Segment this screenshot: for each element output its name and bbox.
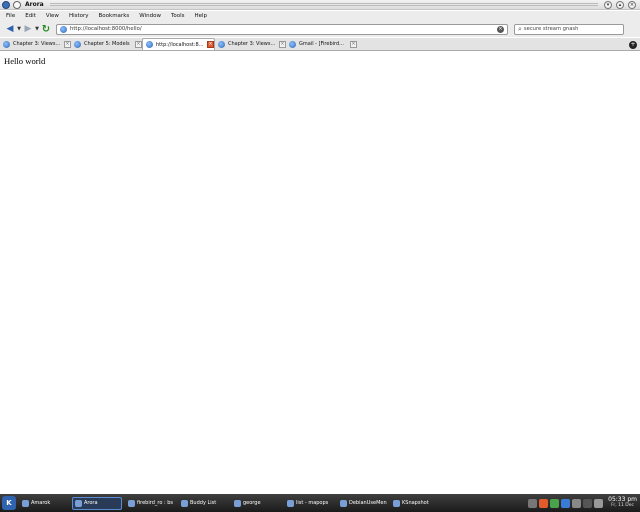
clipboard-icon[interactable] [572, 498, 582, 508]
task-george[interactable]: george [231, 497, 281, 510]
search-box[interactable]: ⌕ [514, 23, 624, 35]
task-label: Arora [84, 500, 98, 506]
menubar: File Edit View History Bookmarks Window … [0, 11, 640, 21]
pidgin-icon [181, 499, 188, 507]
menu-window[interactable]: Window [134, 13, 166, 19]
tab-chapter-5-models[interactable]: Chapter 5: Models × [71, 38, 142, 50]
tab-close-icon[interactable]: × [350, 40, 357, 48]
task-buddy-list[interactable]: Buddy List [178, 497, 228, 510]
tab-favicon-icon [289, 40, 296, 48]
kde-menu-icon[interactable]: K [2, 496, 16, 510]
taskbar: K Amarok Arora firebird_ro : bs Buddy Li… [0, 494, 640, 512]
menu-bookmarks[interactable]: Bookmarks [94, 13, 135, 19]
clear-url-icon[interactable]: × [497, 25, 504, 33]
menu-edit[interactable]: Edit [20, 13, 41, 19]
tab-favicon-icon [74, 40, 81, 48]
forward-arrow-icon[interactable]: ▶ [22, 23, 34, 35]
task-arora[interactable]: Arora [72, 496, 122, 510]
menu-file[interactable]: File [0, 13, 20, 19]
tab-close-icon[interactable]: × [279, 40, 286, 48]
address-bar-url[interactable]: http://localhost:8000/hello/ [70, 26, 497, 32]
titlebar-grip [49, 2, 598, 7]
window-titlebar[interactable]: Arora ▾ ▴ × [0, 0, 640, 10]
amarok-icon [22, 499, 29, 507]
back-arrow-icon[interactable]: ◀ [4, 23, 16, 35]
new-tab-icon[interactable]: + [629, 41, 637, 49]
task-label: DebianUseMen [349, 500, 387, 506]
minimize-button[interactable]: ▾ [604, 0, 612, 9]
clock-date: Fr, 11 Dec [611, 503, 634, 508]
task-label: KSnapshot [402, 500, 429, 506]
battery-icon[interactable] [583, 498, 593, 508]
task-label: firebird_ro : bs [137, 500, 174, 506]
page-text: Hello world [4, 56, 46, 66]
tab-label: http://localhost:8... [156, 41, 204, 48]
network-icon[interactable] [561, 498, 571, 508]
tab-label: Chapter 5: Models [84, 41, 130, 47]
task-label: Amarok [31, 500, 51, 506]
task-label: Buddy List [190, 500, 217, 506]
arora-icon [75, 499, 82, 507]
menu-help[interactable]: Help [190, 13, 213, 19]
tab-favicon-icon [218, 40, 225, 48]
window-title: Arora [25, 1, 44, 8]
task-amarok[interactable]: Amarok [19, 497, 69, 510]
address-bar[interactable]: http://localhost:8000/hello/ × [56, 23, 508, 35]
menu-tools[interactable]: Tools [166, 13, 190, 19]
menu-history[interactable]: History [64, 13, 94, 19]
tab-chapter-3-views[interactable]: Chapter 3: Views... × [0, 38, 71, 50]
site-globe-icon [60, 25, 67, 33]
editor-icon [287, 499, 294, 507]
tab-label: Chapter 3: Views... [13, 41, 61, 47]
volume-icon[interactable] [528, 498, 538, 508]
keyboard-icon[interactable] [594, 498, 604, 508]
system-tray: 05:33 pm Fr, 11 Dec [527, 497, 640, 509]
search-icon[interactable]: ⌕ [518, 25, 522, 34]
tab-favicon-icon [146, 41, 153, 48]
browser-icon [340, 499, 347, 507]
tab-bar: Chapter 3: Views... × Chapter 5: Models … [0, 38, 640, 51]
task-ksnapshot[interactable]: KSnapshot [390, 497, 440, 510]
task-debianusemen[interactable]: DebianUseMen [337, 497, 387, 510]
search-input[interactable] [523, 26, 620, 32]
tab-close-icon[interactable]: × [64, 40, 71, 48]
tab-favicon-icon [3, 40, 10, 48]
ksnapshot-icon [393, 499, 400, 507]
pin-icon[interactable] [13, 0, 21, 9]
clock[interactable]: 05:33 pm Fr, 11 Dec [608, 497, 637, 509]
firefox-icon[interactable] [539, 498, 549, 508]
terminal-icon [128, 499, 135, 507]
task-label: george [243, 500, 261, 506]
reload-icon[interactable]: ↻ [40, 23, 52, 35]
maximize-button[interactable]: ▴ [616, 0, 624, 9]
arora-app-icon[interactable] [2, 0, 10, 9]
tab-gmail[interactable]: Gmail - [Firebird... × [286, 38, 357, 50]
navigation-toolbar: ◀ ▼ ▶ ▼ ↻ http://localhost:8000/hello/ ×… [0, 21, 640, 37]
pidgin-tray-icon[interactable] [550, 498, 560, 508]
task-label: list - mapops [296, 500, 329, 506]
page-content: Hello world [0, 52, 640, 494]
tab-close-icon[interactable]: × [207, 41, 214, 48]
tab-localhost-hello[interactable]: http://localhost:8... × [142, 38, 215, 50]
tab-close-icon[interactable]: × [135, 40, 142, 48]
tab-label: Chapter 3: Views... [228, 41, 276, 47]
tab-label: Gmail - [Firebird... [299, 41, 344, 47]
task-list-mapops[interactable]: list - mapops [284, 497, 334, 510]
chat-icon [234, 499, 241, 507]
menu-view[interactable]: View [41, 13, 64, 19]
tab-chapter-3-views-2[interactable]: Chapter 3: Views... × [215, 38, 286, 50]
close-button[interactable]: × [628, 0, 636, 9]
task-firebird[interactable]: firebird_ro : bs [125, 497, 175, 510]
